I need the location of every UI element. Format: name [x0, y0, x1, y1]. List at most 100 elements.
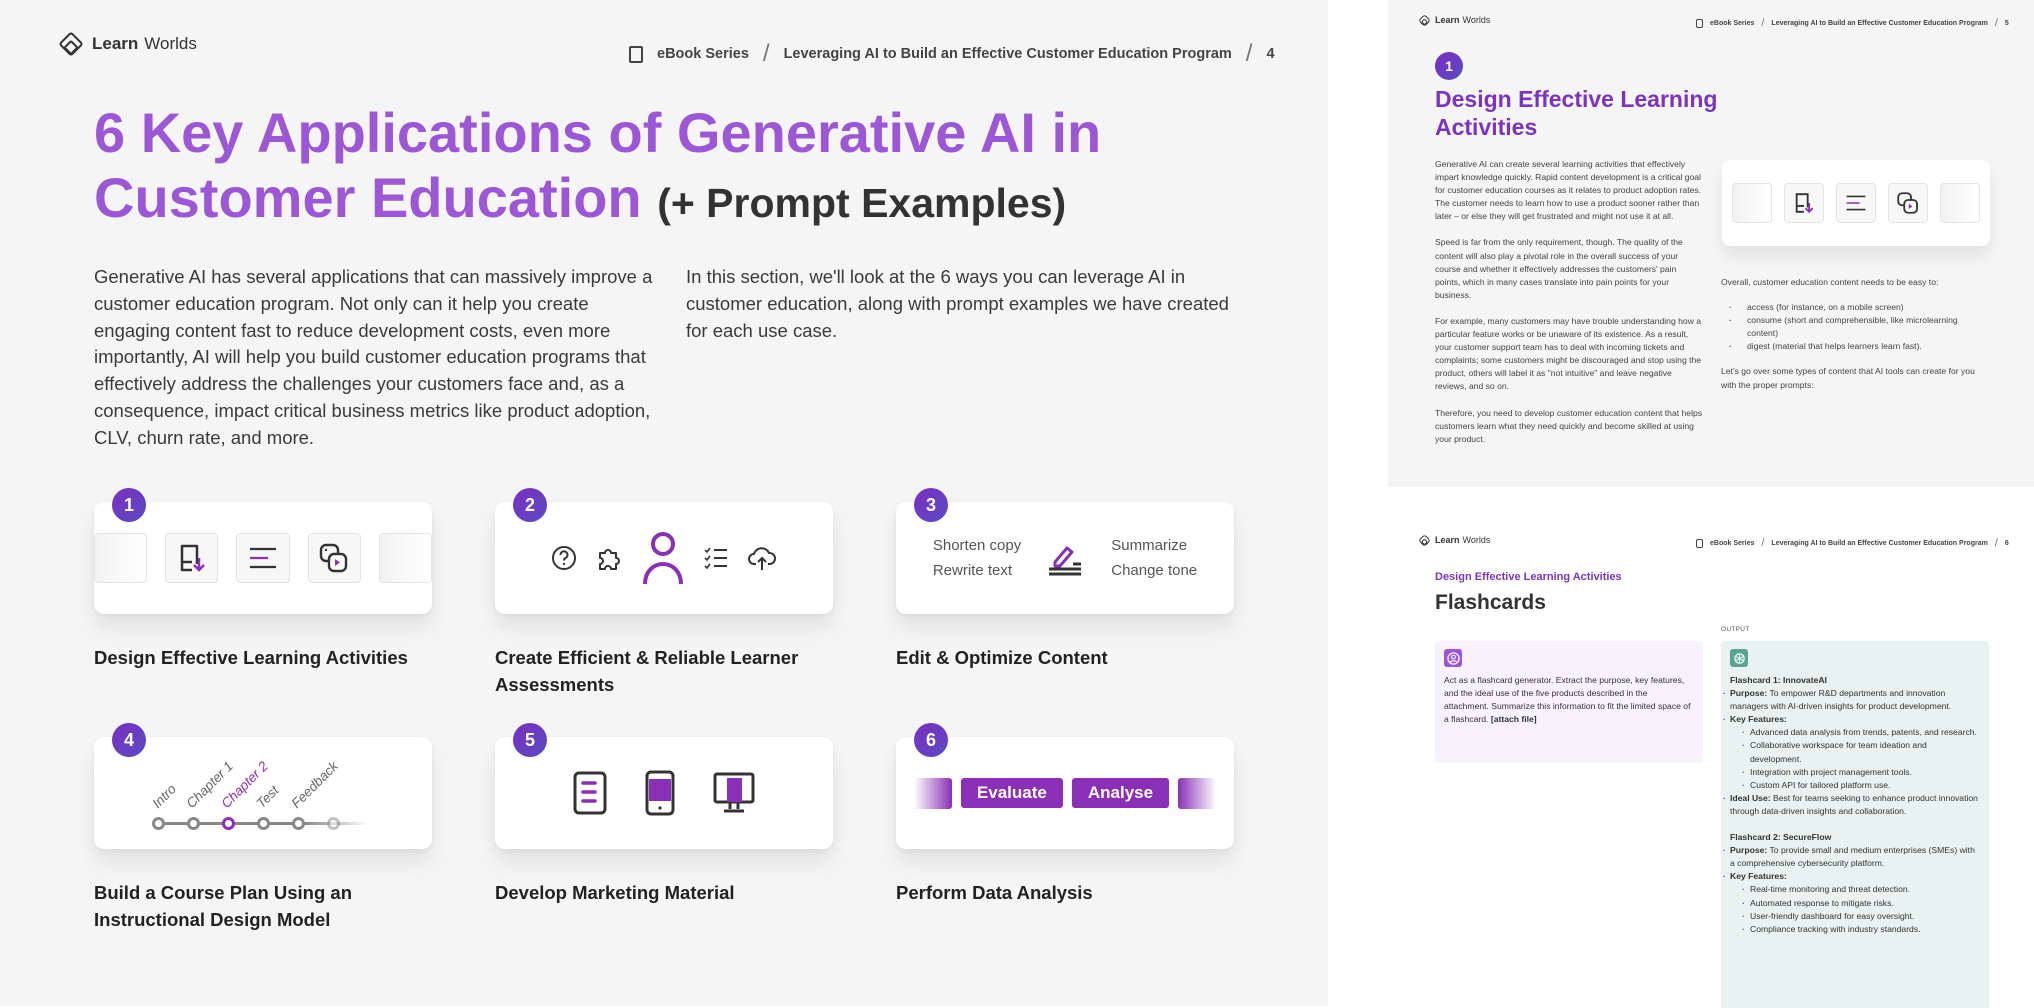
- placeholder-square: [94, 533, 148, 583]
- feature-item: User-friendly dashboard for easy oversig…: [1740, 910, 1980, 923]
- tablet-icon: [573, 771, 607, 815]
- learnworlds-logo[interactable]: Learn Worlds: [58, 31, 197, 57]
- text-align-icon: [236, 533, 290, 583]
- feature-item: Collaborative workspace for team ideatio…: [1740, 739, 1980, 765]
- application-tile-4[interactable]: 4 Intro Chapter 1 Chapter 2 Test Feedbac…: [94, 723, 432, 933]
- number-badge: 1: [1435, 52, 1463, 80]
- paragraph: Overall, customer education content need…: [1721, 277, 1939, 287]
- breadcrumb-series[interactable]: eBook Series: [657, 46, 749, 62]
- ebook-download-icon: [1784, 183, 1824, 223]
- timeline-node-active: [222, 817, 235, 830]
- learning-activities-illustration: [1722, 160, 1990, 246]
- question-circle-icon: [552, 546, 576, 570]
- faded-pill: [913, 777, 952, 809]
- page-number: 6: [2004, 539, 2009, 547]
- tile-illustration: 2: [495, 488, 833, 614]
- edit-options-right: Summarize Change tone: [1111, 537, 1198, 579]
- application-tile-3[interactable]: 3 Shorten copy Rewrite text Summarize Ch…: [896, 488, 1234, 671]
- list-item: Key Features: Real-time monitoring and t…: [1730, 870, 1980, 936]
- breadcrumb-title[interactable]: Leveraging AI to Build an Effective Cust…: [1771, 540, 1987, 547]
- placeholder-square: [378, 533, 433, 583]
- application-tile-6[interactable]: 6 Evaluate Analyse Perform Data Analysis: [896, 723, 1234, 906]
- breadcrumb: eBook Series / Leveraging AI to Build an…: [629, 40, 1275, 68]
- intro-paragraph-left: Generative AI has several applications t…: [94, 266, 653, 448]
- timeline-step: Feedback: [288, 758, 341, 811]
- number-badge: 3: [914, 488, 948, 522]
- timeline-node: [187, 817, 200, 830]
- tile-illustration: 1: [94, 488, 433, 614]
- application-tile-1[interactable]: 1 Design Effective Learning Activities: [94, 488, 433, 671]
- paragraph: Therefore, you need to develop customer …: [1435, 407, 1703, 444]
- logo-icon: [1418, 533, 1431, 547]
- list-item: consume (short and comprehensible, like …: [1729, 314, 1991, 340]
- page-6: Learn Worlds eBook Series / Leveraging AI…: [1388, 520, 2034, 1008]
- body-column-left: Generative AI can create several learnin…: [1435, 158, 1703, 459]
- feature-item: Advanced data analysis from trends, pate…: [1740, 726, 1980, 739]
- breadcrumb-separator: /: [1761, 17, 1765, 29]
- ai-assistant-icon: [1730, 649, 1748, 667]
- feature-item: Real-time monitoring and threat detectio…: [1740, 883, 1980, 896]
- paragraph: Let's go over some types of content that…: [1721, 366, 1975, 390]
- application-tile-2[interactable]: 2 Create Efficient & Reliable Learner As…: [495, 488, 833, 698]
- flashcard-heading: Flashcard 2: SecureFlow: [1730, 832, 1832, 843]
- number-badge: 5: [513, 723, 547, 757]
- puzzle-icon: [599, 549, 620, 570]
- page-number: 5: [2004, 19, 2009, 27]
- edit-options-left: Shorten copy Rewrite text: [932, 537, 1022, 579]
- course-timeline: Intro Chapter 1 Chapter 2 Test Feedback: [148, 748, 378, 838]
- breadcrumb-separator: /: [762, 40, 770, 67]
- bullet-list: access (for instance, on a mobile screen…: [1729, 301, 1991, 353]
- timeline-node: [327, 817, 340, 830]
- output-box: Flashcard 1: InnovateAI Purpose: To empo…: [1721, 641, 1989, 1008]
- list-item: access (for instance, on a mobile screen…: [1729, 301, 1991, 314]
- page-subtitle: (+ Prompt Examples): [657, 180, 1067, 226]
- body-column-right: Overall, customer education content need…: [1721, 276, 1991, 392]
- timeline-node: [152, 817, 165, 830]
- breadcrumb-separator: /: [1761, 537, 1765, 549]
- attach-file-token: [attach file]: [1490, 714, 1537, 725]
- output-label: OUTPUT: [1721, 626, 1750, 633]
- analyse-pill: Analyse: [1071, 778, 1170, 808]
- flashcard: Flashcard 1: InnovateAI Purpose: To empo…: [1730, 674, 1980, 818]
- paragraph: Generative AI can create several learnin…: [1435, 159, 1702, 222]
- feature-item: Automated response to mitigate risks.: [1740, 897, 1980, 910]
- intro-paragraph-right: In this section, we'll look at the 6 way…: [686, 266, 1229, 341]
- logo-icon: [1418, 13, 1431, 27]
- number-badge: 1: [112, 488, 146, 522]
- timeline-step: Intro: [149, 781, 180, 811]
- page-4: Learn Worlds eBook Series / Leveraging AI…: [0, 0, 1328, 1006]
- breadcrumb-separator: /: [1994, 17, 1998, 29]
- faded-pill: [1178, 777, 1217, 809]
- list-item: digest (material that helps learners lea…: [1729, 340, 1991, 353]
- application-tile-5[interactable]: 5 Develop Marketing Material: [495, 723, 833, 906]
- desktop-icon: [713, 772, 755, 813]
- flashcard: Flashcard 2: SecureFlow Purpose: To prov…: [1730, 831, 1980, 936]
- breadcrumb-title[interactable]: Leveraging AI to Build an Effective Cust…: [1771, 20, 1987, 27]
- learnworlds-logo[interactable]: Learn Worlds: [1418, 13, 1490, 27]
- tile-label: Design Effective Learning Activities: [94, 647, 408, 668]
- list-item: Ideal Use: Best for teams seeking to enh…: [1730, 792, 1980, 818]
- section-title: Design Effective Learning Activities: [1435, 86, 1718, 140]
- ebook-download-icon: [1696, 538, 1703, 548]
- tile-illustration: 4 Intro Chapter 1 Chapter 2 Test Feedbac…: [94, 723, 432, 849]
- tile-illustration: 3 Shorten copy Rewrite text Summarize Ch…: [896, 488, 1234, 614]
- list-item: Key Features: Advanced data analysis fro…: [1730, 713, 1980, 792]
- breadcrumb-series[interactable]: eBook Series: [1710, 540, 1754, 547]
- number-badge: 2: [513, 488, 547, 522]
- breadcrumb-series[interactable]: eBook Series: [1710, 20, 1754, 27]
- breadcrumb-separator: /: [1245, 40, 1253, 67]
- ebook-download-icon: [629, 45, 643, 63]
- text-align-icon: [1836, 183, 1876, 223]
- breadcrumb-title[interactable]: Leveraging AI to Build an Effective Cust…: [784, 46, 1232, 62]
- paragraph: For example, many customers may have tro…: [1435, 315, 1702, 392]
- learner-icon: [643, 532, 683, 585]
- tile-illustration: 6 Evaluate Analyse: [896, 723, 1234, 849]
- flashcard-heading: Flashcard 1: InnovateAI: [1730, 675, 1827, 685]
- timeline-step: Test: [253, 782, 282, 811]
- ebook-download-icon: [165, 533, 219, 583]
- cloud-upload-icon: [748, 547, 776, 570]
- checklist-icon: [704, 547, 727, 570]
- number-badge: 6: [914, 723, 948, 757]
- prompt-text: Act as a flashcard generator. Extract th…: [1444, 675, 1691, 725]
- learnworlds-logo[interactable]: Learn Worlds: [1418, 533, 1490, 547]
